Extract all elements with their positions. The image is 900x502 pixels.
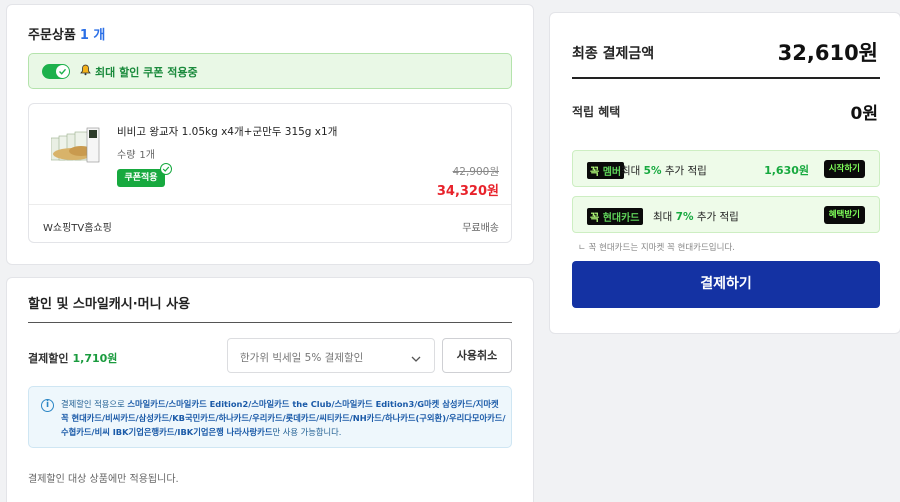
discount-section-title: 할인 및 스마일캐시·머니 사용	[28, 297, 191, 312]
discount-select[interactable]: 한가위 빅세일 5% 결제할인	[227, 338, 435, 373]
final-amount-label: 최종 결제금액	[572, 46, 655, 62]
order-count: 1 개	[79, 28, 106, 43]
divider	[28, 322, 512, 323]
shipping-info: 무료배송	[462, 223, 499, 234]
coupon-applied-tag: 쿠폰적용	[117, 163, 172, 187]
hyundai-card-promo-desc: 최대 7% 추가 적립	[653, 211, 739, 223]
discount-info-box: i 결제할인 적용으로 스마일카드/스마일카드 Edition2/스마일카드 t…	[28, 386, 512, 448]
membership-start-button[interactable]: 시작하기	[823, 160, 865, 178]
final-amount-value: 32,610원	[777, 41, 878, 65]
payment-discount-amount: 1,710원	[72, 352, 118, 365]
product-thumbnail[interactable]	[50, 124, 103, 170]
hyundai-card-note: ㄴ 꼭 현대카드는 지마켓 꼭 현대카드입니다.	[578, 243, 735, 253]
cancel-discount-button[interactable]: 사용취소	[442, 338, 512, 373]
membership-badge: 꼭 멤버	[587, 162, 625, 179]
original-price: 42,900원	[452, 166, 499, 178]
chevron-down-icon	[410, 350, 422, 369]
membership-promo: 꼭 멤버 최대 5% 추가 적립 1,630원 시작하기	[572, 150, 880, 187]
discount-note: 결제할인 대상 상품에만 적용됩니다.	[28, 474, 179, 485]
hyundai-card-promo: 꼭 현대카드 최대 7% 추가 적립 혜택받기	[572, 196, 880, 233]
discount-info-text: 결제할인 적용으로 스마일카드/스마일카드 Edition2/스마일카드 the…	[61, 399, 506, 437]
membership-promo-amount: 1,630원	[764, 164, 809, 177]
payment-discount-label: 결제할인 1,710원	[28, 352, 118, 365]
order-section-title: 주문상품 1 개	[28, 28, 106, 43]
bell-icon	[79, 63, 92, 79]
info-icon: i	[41, 399, 54, 412]
divider	[572, 77, 880, 79]
order-items-card: 주문상품 1 개 최대 할인 쿠폰 적용중 비비고 왕교자 1.05kg x4개…	[6, 4, 534, 265]
membership-promo-desc: 최대 5% 추가 적립	[621, 165, 707, 177]
product-quantity: 수량 1개	[117, 150, 155, 161]
check-icon	[56, 65, 69, 78]
coupon-toggle[interactable]	[42, 64, 70, 79]
coupon-banner-text: 최대 할인 쿠폰 적용중	[95, 66, 198, 79]
discount-select-value: 한가위 빅세일 5% 결제할인	[240, 352, 364, 364]
hyundai-card-badge: 꼭 현대카드	[587, 208, 643, 225]
sale-price: 34,320원	[436, 184, 499, 199]
product-name[interactable]: 비비고 왕교자 1.05kg x4개+군만두 315g x1개	[117, 124, 337, 139]
discount-card: 할인 및 스마일캐시·머니 사용 결제할인 1,710원 한가위 빅세일 5% 결…	[6, 277, 534, 502]
coupon-applied-banner: 최대 할인 쿠폰 적용중	[28, 53, 512, 89]
check-icon	[160, 163, 172, 175]
reward-label: 적립 혜택	[572, 105, 621, 119]
payment-summary-card: 최종 결제금액 32,610원 적립 혜택 0원 꼭 멤버 최대 5% 추가 적…	[549, 12, 900, 334]
seller-name[interactable]: W쇼핑TV홈쇼핑	[43, 219, 112, 234]
pay-button[interactable]: 결제하기	[572, 261, 880, 308]
reward-amount: 0원	[850, 104, 878, 124]
hyundai-card-benefit-button[interactable]: 혜택받기	[823, 206, 865, 224]
divider	[29, 204, 511, 205]
product-item: 비비고 왕교자 1.05kg x4개+군만두 315g x1개 수량 1개 쿠폰적…	[28, 103, 512, 243]
